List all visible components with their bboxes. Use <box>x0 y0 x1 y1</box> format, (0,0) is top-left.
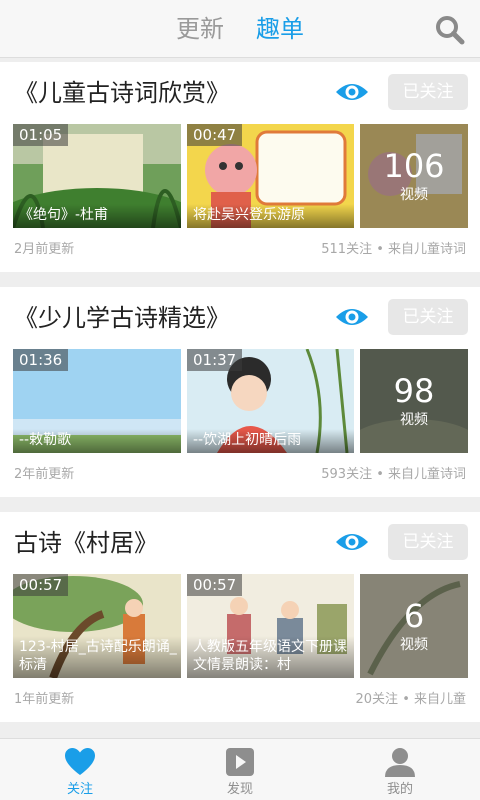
video-duration: 00:57 <box>187 574 243 596</box>
tab-fun-lists[interactable]: 趣单 <box>256 12 304 46</box>
bottom-nav: 关注 发现 我的 <box>0 738 480 800</box>
video-title: --饮湖上初晴后雨 <box>187 429 354 453</box>
play-icon <box>226 748 254 776</box>
playlist-title[interactable]: 《少儿学古诗精选》 <box>14 301 230 335</box>
playlist-card[interactable]: 《儿童古诗词欣赏》 已关注 01:05 《绝句》-杜甫 00:47 将赴吴兴登乐… <box>0 62 480 272</box>
video-count: 6 <box>403 597 425 635</box>
nav-mine-label: 我的 <box>386 782 413 797</box>
playlist-more-thumbnail[interactable]: 6 视频 <box>360 574 468 678</box>
tab-updates[interactable]: 更新 <box>176 12 224 46</box>
video-title: 人教版五年级语文下册课文情景朗读：村 <box>187 636 354 678</box>
video-count: 98 <box>393 372 435 410</box>
playlist-more-thumbnail[interactable]: 106 视频 <box>360 124 468 228</box>
follow-stats: 593关注 • 来自儿童诗词 <box>321 467 466 482</box>
video-title: --敕勒歌 <box>13 429 181 453</box>
nav-discover-label: 发现 <box>226 782 253 797</box>
video-duration: 01:05 <box>13 124 69 146</box>
video-thumbnail[interactable]: 01:36 --敕勒歌 <box>13 349 181 453</box>
video-title: 将赴吴兴登乐游原 <box>187 204 354 228</box>
eye-icon[interactable] <box>334 530 370 554</box>
top-bar: 更新 趣单 <box>0 0 480 58</box>
playlist-card[interactable]: 《少儿学古诗精选》 已关注 01:36 --敕勒歌 01:37 --饮湖上初晴后… <box>0 287 480 497</box>
updated-time: 2年前更新 <box>14 467 75 482</box>
video-count-label: 视频 <box>400 187 428 203</box>
video-title: 《绝句》-杜甫 <box>13 204 181 228</box>
playlist-title[interactable]: 《儿童古诗词欣赏》 <box>14 76 230 110</box>
eye-icon[interactable] <box>334 305 370 329</box>
video-duration: 01:36 <box>13 349 69 371</box>
playlist-title[interactable]: 古诗《村居》 <box>14 526 158 560</box>
nav-discover[interactable]: 发现 <box>200 739 280 800</box>
search-button[interactable] <box>432 12 468 48</box>
follow-stats: 511关注 • 来自儿童诗词 <box>321 242 466 257</box>
video-count: 106 <box>383 147 445 185</box>
updated-time: 1年前更新 <box>14 692 75 707</box>
nav-follow-label: 关注 <box>66 782 93 797</box>
video-count-label: 视频 <box>400 412 428 428</box>
heart-icon <box>65 748 95 775</box>
video-thumbnail[interactable]: 00:57 123-村居_古诗配乐朗诵_标清 <box>13 574 181 678</box>
video-thumbnail[interactable]: 00:57 人教版五年级语文下册课文情景朗读：村 <box>187 574 354 678</box>
video-title: 123-村居_古诗配乐朗诵_标清 <box>13 636 181 678</box>
video-duration: 00:57 <box>13 574 69 596</box>
video-thumbnail[interactable]: 01:37 --饮湖上初晴后雨 <box>187 349 354 453</box>
person-icon <box>385 748 415 777</box>
playlist-more-thumbnail[interactable]: 98 视频 <box>360 349 468 453</box>
video-duration: 00:47 <box>187 124 243 146</box>
eye-icon[interactable] <box>334 80 370 104</box>
video-count-label: 视频 <box>400 637 428 653</box>
follow-stats: 20关注 • 来自儿童 <box>355 692 466 707</box>
nav-mine[interactable]: 我的 <box>360 739 440 800</box>
video-thumbnail[interactable]: 00:47 将赴吴兴登乐游原 <box>187 124 354 228</box>
followed-button[interactable]: 已关注 <box>388 524 468 560</box>
video-duration: 01:37 <box>187 349 243 371</box>
updated-time: 2月前更新 <box>14 242 75 257</box>
nav-follow[interactable]: 关注 <box>40 739 120 800</box>
search-icon <box>436 16 465 45</box>
playlist-card[interactable]: 古诗《村居》 已关注 00:57 123-村居_古诗配乐朗诵_标清 00:57 … <box>0 512 480 722</box>
followed-button[interactable]: 已关注 <box>388 299 468 335</box>
video-thumbnail[interactable]: 01:05 《绝句》-杜甫 <box>13 124 181 228</box>
followed-button[interactable]: 已关注 <box>388 74 468 110</box>
